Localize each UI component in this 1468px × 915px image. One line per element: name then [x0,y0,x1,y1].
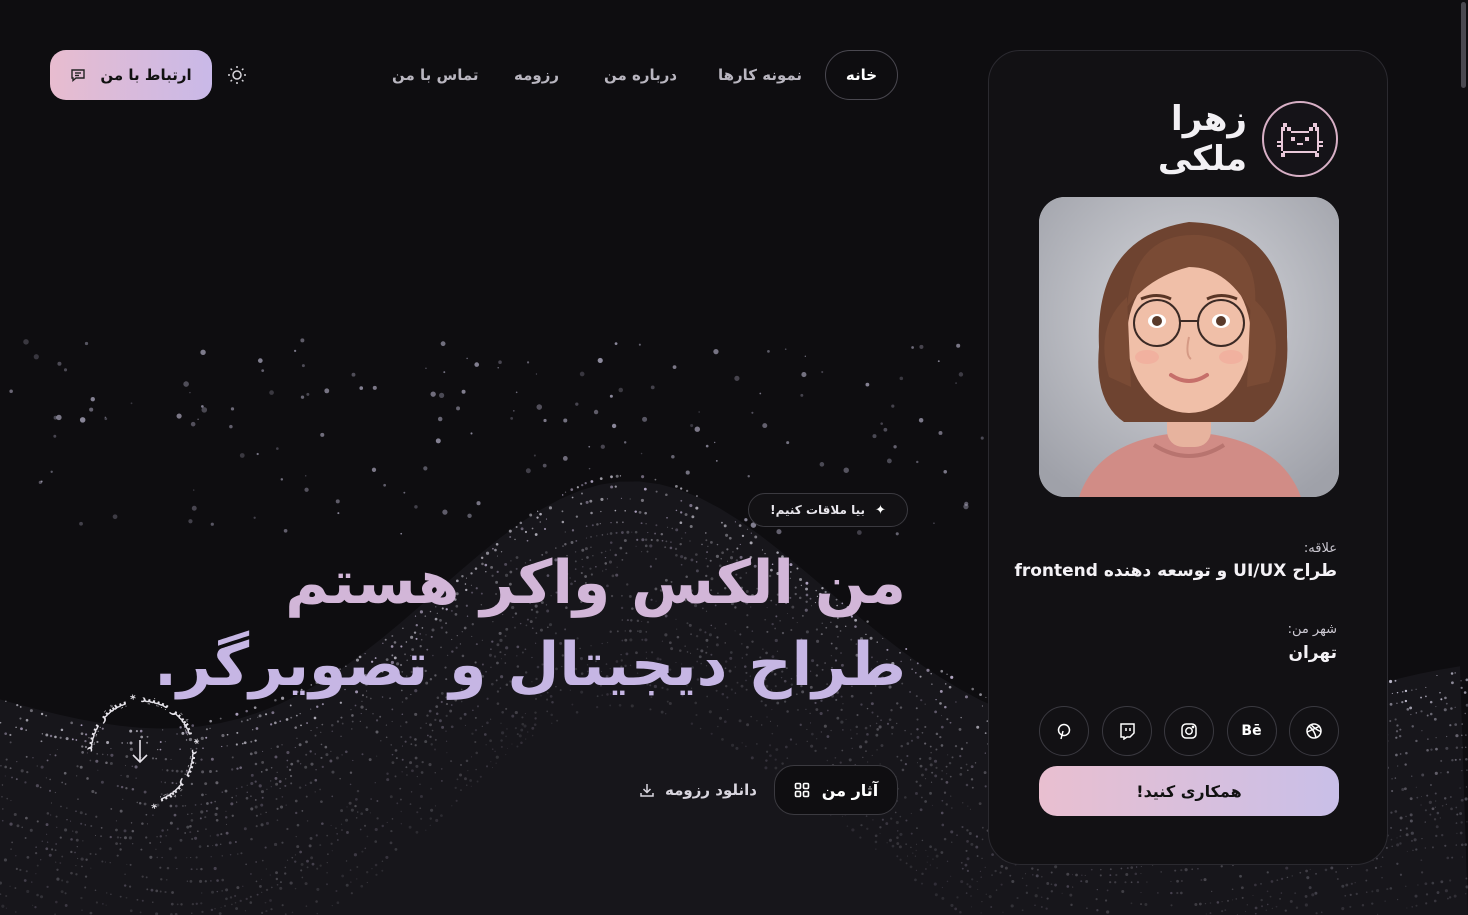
interest-value: طراح UI/UX و توسعه دهنده frontend [1014,561,1337,581]
download-resume-button[interactable]: دانلود رزومه [638,765,758,815]
badge-label: بیا ملاقات کنیم! [770,503,865,517]
pinterest-link[interactable] [1039,706,1089,756]
scroll-down-circle[interactable]: بیشتر ببینید * بیشتر ببینید * بیشتر ببین… [80,690,204,814]
city-label: شهر من: [1287,622,1337,637]
works-label: آثار من [821,780,879,800]
profile-card: زهرا ملکی علاقه: طراح UI/UX و توسعه دهند… [988,50,1388,865]
instagram-icon [1181,723,1197,739]
profile-name: زهرا ملکی [1158,99,1247,179]
lets-meet-badge: ✦ بیا ملاقات کنیم! [748,493,908,527]
chat-icon [71,69,86,82]
twitch-link[interactable] [1101,706,1152,756]
behance-icon: Bē [1241,723,1262,739]
nav-item-about[interactable]: درباره من [604,50,677,100]
resume-label: دانلود رزومه [665,781,757,799]
pinterest-icon [1057,723,1071,740]
collaborate-button[interactable]: همکاری کنید! [1039,766,1339,816]
twitch-icon [1119,723,1135,740]
interest-label: علاقه: [1303,541,1337,556]
contact-label: ارتباط با من [100,66,192,84]
sun-icon[interactable] [226,64,248,86]
page: خانه نمونه کارها درباره من رزومه تماس با… [0,0,1468,915]
nav-item-resume[interactable]: رزومه [514,50,559,100]
social-links: Bē [1039,706,1339,756]
sparkle-icon: ✦ [875,502,886,518]
name-last: ملکی [1157,139,1247,179]
grid-icon [794,782,810,798]
city-value: تهران [1288,643,1337,663]
nav-item-home[interactable]: خانه [825,50,898,100]
hero-title-line1: من الکس واکر هستم [285,548,906,618]
dribbble-link[interactable] [1289,706,1339,756]
pixel-cat-icon [1262,101,1338,177]
hero-title-line2: طراح دیجیتال و تصویرگر. [154,630,906,700]
svg-text:بیشتر ببینید * بیشتر ببینید *: بیشتر ببینید * بیشتر ببینید * بیشتر ببین… [82,692,202,811]
contact-me-button[interactable]: ارتباط با من [50,50,212,100]
name-first: زهرا [1171,99,1247,139]
download-icon [640,784,654,797]
instagram-link[interactable] [1164,706,1214,756]
my-works-button[interactable]: آثار من [774,765,898,815]
avatar [1039,197,1339,497]
nav-item-portfolio[interactable]: نمونه کارها [718,50,802,100]
behance-link[interactable]: Bē [1226,706,1277,756]
scroll-circle-text: بیشتر ببینید * بیشتر ببینید * بیشتر ببین… [82,692,202,811]
dribbble-icon [1306,723,1322,739]
nav-item-contact[interactable]: تماس با من [392,50,479,100]
arrow-down-icon [132,740,148,764]
